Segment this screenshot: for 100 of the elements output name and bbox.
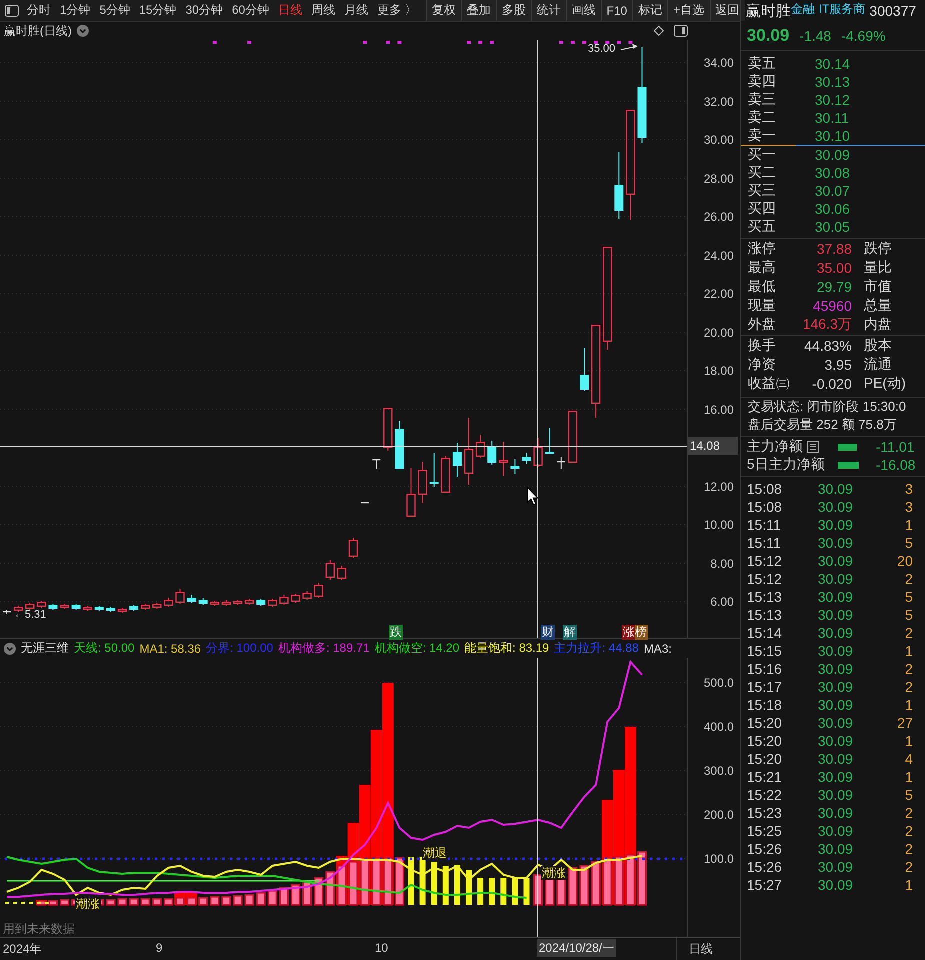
stat-label: 净资 <box>748 356 777 374</box>
period-tab[interactable]: 周线 <box>311 2 336 19</box>
legend-value: MA3: <box>644 642 672 656</box>
stat-label: 外盘 <box>748 316 777 334</box>
candlestick <box>488 440 497 466</box>
trade-volume: 2 <box>904 841 913 857</box>
period-tab[interactable]: 月线 <box>344 2 368 19</box>
candlestick <box>452 442 462 478</box>
chart-annotation: 潮涨 <box>75 897 101 911</box>
trade-time: 15:23 <box>747 805 784 821</box>
period-tab[interactable]: 1分钟 <box>60 2 91 19</box>
candlestick <box>268 598 278 608</box>
candlestick <box>441 456 450 493</box>
toolbar-button[interactable]: F10 <box>600 0 632 21</box>
candlestick <box>372 459 381 470</box>
candlestick <box>361 502 370 504</box>
candlestick <box>141 604 150 610</box>
diamond-icon[interactable] <box>654 26 664 36</box>
toolbar-button[interactable]: 画线 <box>566 0 601 21</box>
trade-volume: 2 <box>904 625 913 641</box>
candlestick <box>568 411 578 463</box>
trade-time: 15:20 <box>747 715 784 731</box>
trade-time: 15:20 <box>747 751 784 767</box>
indicator-note: 用到未来数据 <box>3 921 75 938</box>
stat-label: 内盘 <box>864 316 892 334</box>
legend-value: 分界: 100.00 <box>206 640 274 657</box>
more-menu[interactable]: 更多 〉 <box>377 2 417 19</box>
trade-volume: 1 <box>904 733 913 749</box>
axis-tick-label: 24.00 <box>704 248 734 264</box>
toolbar-button[interactable]: 返回 <box>710 0 744 21</box>
trade-time: 15:08 <box>747 481 784 497</box>
order-price: 30.14 <box>815 56 850 72</box>
period-tab[interactable]: 5分钟 <box>100 2 130 19</box>
stock-name: 赢时胜 <box>746 2 791 20</box>
stat-label: 股本 <box>864 336 892 354</box>
trade-price: 30.09 <box>818 481 854 497</box>
event-tag[interactable]: 解 <box>563 625 577 640</box>
trade-volume: 5 <box>904 589 913 605</box>
candlestick <box>106 606 116 612</box>
order-price: 30.08 <box>815 165 850 181</box>
indicator-name[interactable]: 无涯三维 <box>21 640 69 657</box>
axis-tick-label: 26.00 <box>704 209 734 225</box>
trade-volume: 2 <box>904 661 913 677</box>
trade-time: 15:18 <box>747 697 784 713</box>
toolbar-button[interactable]: 多股 <box>496 0 531 21</box>
sector-tag[interactable]: 金融 <box>791 0 815 18</box>
event-tag[interactable]: 跌 <box>389 625 403 640</box>
trade-price: 30.09 <box>818 859 854 875</box>
trade-time: 15:26 <box>747 859 784 875</box>
candlestick <box>37 600 46 608</box>
event-tag[interactable]: 财 <box>541 625 555 640</box>
sector-tag[interactable]: IT服务商 <box>819 0 866 18</box>
trade-price: 30.09 <box>818 643 854 659</box>
stat-label: 现量 <box>748 296 777 314</box>
chevron-down-icon[interactable] <box>77 25 89 37</box>
toolbar-button[interactable]: +自选 <box>667 0 710 21</box>
trade-price: 30.09 <box>818 535 854 551</box>
toolbar-button[interactable]: 复权 <box>426 0 461 21</box>
toolbar-button[interactable]: 统计 <box>530 0 566 21</box>
order-level-label: 卖四 <box>748 73 777 91</box>
trade-price: 30.09 <box>818 841 854 857</box>
candlestick <box>302 590 312 600</box>
trade-price: 30.09 <box>818 661 854 677</box>
candlestick <box>545 428 554 454</box>
trade-price: 30.09 <box>818 787 854 803</box>
order-level-label: 卖二 <box>748 109 777 127</box>
period-tab[interactable]: 分时 <box>27 2 51 19</box>
toolbar-button[interactable]: 叠加 <box>460 0 496 21</box>
axis-tick-label: 28.00 <box>704 170 734 186</box>
stat-label: 最高 <box>748 258 777 276</box>
crosshair-date-label: 2024/10/28/一 <box>537 939 616 957</box>
order-price: 30.09 <box>815 147 850 163</box>
period-tab[interactable]: 15分钟 <box>139 2 177 19</box>
trade-time: 15:22 <box>747 787 784 803</box>
candlestick <box>522 452 532 464</box>
period-tab[interactable]: 30分钟 <box>186 2 224 19</box>
order-level-label: 买四 <box>748 200 777 218</box>
axis-tick-label: 32.00 <box>704 94 734 110</box>
panel-toggle-icon[interactable] <box>5 4 19 16</box>
trade-volume: 3 <box>904 499 913 515</box>
axis-tick-label: 200.0 <box>704 807 734 823</box>
list-icon[interactable] <box>807 441 819 453</box>
toolbar-button[interactable]: 标记 <box>632 0 668 21</box>
chevron-down-icon[interactable] <box>4 642 16 654</box>
trade-time: 15:17 <box>747 679 784 695</box>
event-tag[interactable]: 涨榜 <box>622 625 648 640</box>
trade-volume: 27 <box>896 715 913 731</box>
period-tab[interactable]: 日线 <box>278 2 302 19</box>
period-tab[interactable]: 60分钟 <box>232 2 270 19</box>
candlestick <box>291 594 300 604</box>
panel-toggle-icon[interactable] <box>674 25 688 37</box>
fund-flow-value: -11.01 <box>876 439 915 455</box>
order-level-label: 卖三 <box>748 91 777 109</box>
fund-flow-label: 主力净额 <box>747 438 803 456</box>
candlestick <box>314 582 324 598</box>
trade-volume: 1 <box>904 697 913 713</box>
trade-time: 15:12 <box>747 553 784 569</box>
crosshair-price-label: 14.08 <box>688 437 738 456</box>
stat-label: 流通 <box>864 356 892 374</box>
axis-tick-label: 16.00 <box>704 402 734 418</box>
